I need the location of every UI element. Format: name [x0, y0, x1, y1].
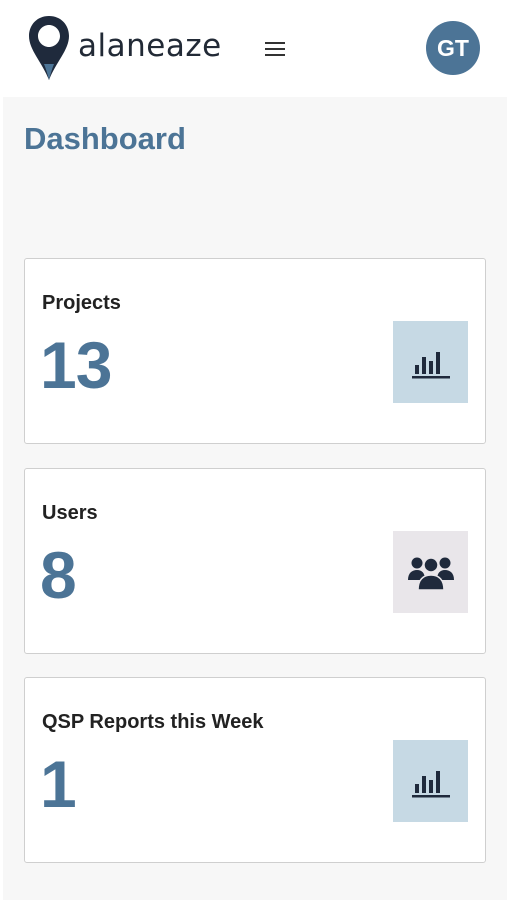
bar-chart-icon-box	[393, 740, 468, 822]
card-users[interactable]: Users 8	[24, 468, 486, 654]
brand-name: alaneaze	[78, 28, 222, 64]
user-avatar[interactable]: GT	[426, 21, 480, 75]
card-label: Users	[42, 502, 98, 524]
bar-chart-icon	[411, 771, 450, 798]
card-value: 8	[40, 538, 77, 612]
users-group-icon-box	[393, 531, 468, 613]
page-title: Dashboard	[24, 121, 186, 156]
map-pin-logo-icon	[29, 16, 69, 80]
bar-chart-icon	[411, 352, 450, 379]
top-header: alaneaze GT	[0, 0, 507, 97]
brand-logo[interactable]: alaneaze	[26, 14, 222, 82]
hamburger-menu-icon[interactable]	[262, 38, 288, 60]
card-label: QSP Reports this Week	[42, 711, 264, 733]
card-value: 13	[40, 328, 112, 402]
bar-chart-icon-box	[393, 321, 468, 403]
card-projects[interactable]: Projects 13	[24, 258, 486, 444]
card-label: Projects	[42, 292, 121, 314]
users-group-icon	[407, 557, 454, 591]
card-value: 1	[40, 747, 77, 821]
main-content: Dashboard Projects 13 Users 8 QSP Report…	[3, 97, 507, 900]
card-qsp-reports[interactable]: QSP Reports this Week 1	[24, 677, 486, 863]
